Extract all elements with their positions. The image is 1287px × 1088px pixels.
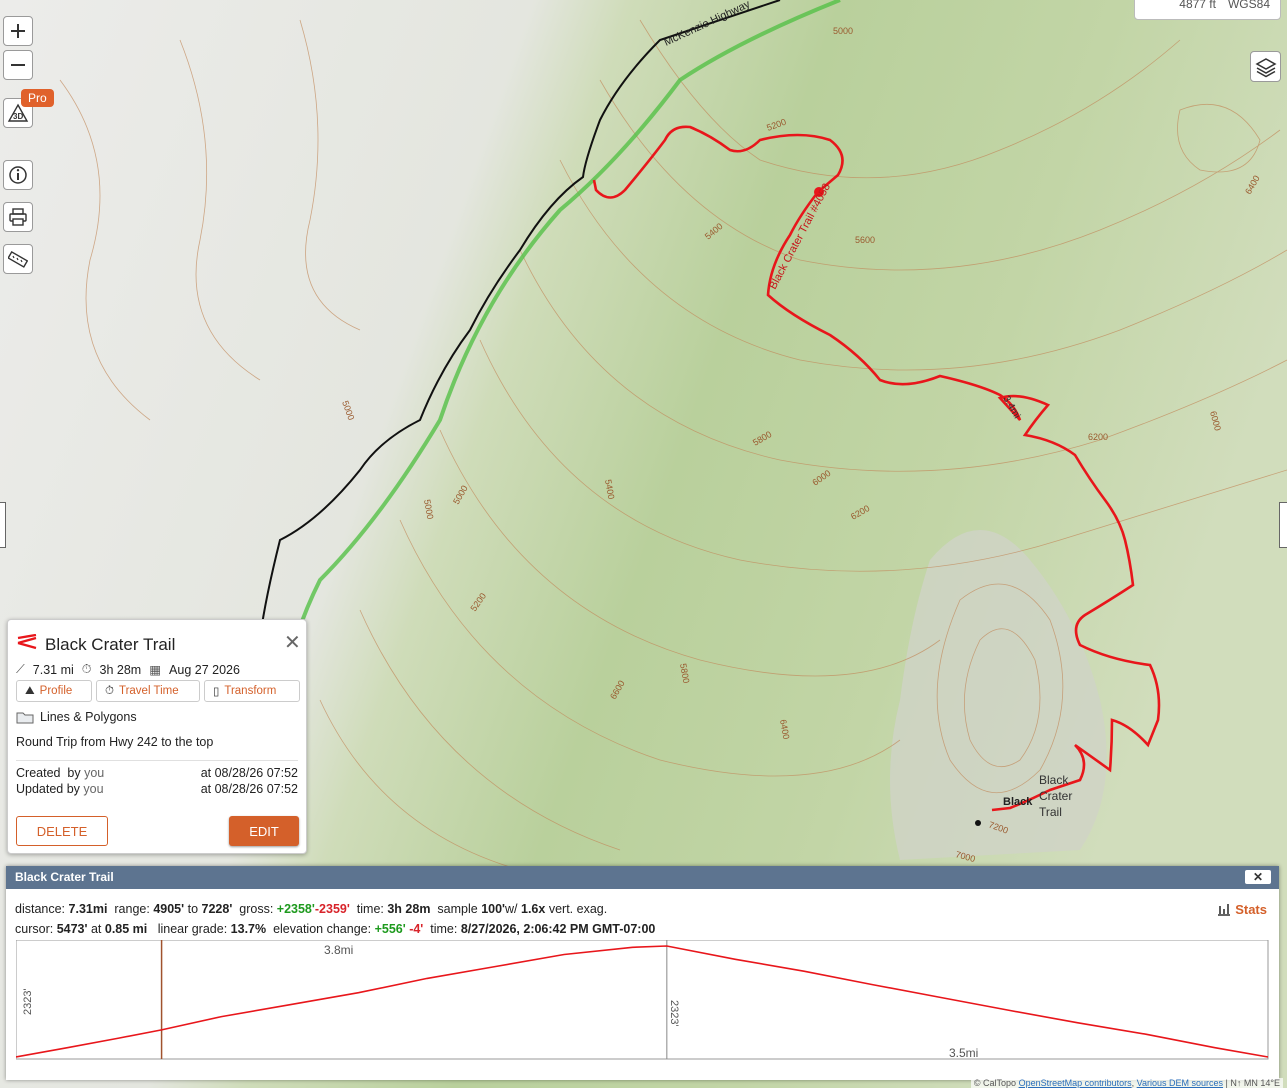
- line-detail-panel: Black Crater Trail ✕ ⟋ 7.31 mi ⏱ 3h 28m …: [7, 619, 307, 854]
- zoom-in-button[interactable]: [3, 16, 33, 46]
- print-button[interactable]: [3, 202, 33, 232]
- created-by: you: [84, 766, 105, 780]
- summit-marker: [975, 820, 981, 826]
- elevation-chart[interactable]: 2323' 2323' 3.8mi 3.5mi: [16, 940, 1269, 1060]
- zoom-in-icon: [11, 24, 25, 38]
- attribution-prefix: © CalTopo: [973, 1078, 1017, 1088]
- profile-cursor-info: cursor: 5473' at 0.85 mi linear grade: 1…: [15, 922, 656, 936]
- folder-name: Lines & Polygons: [40, 710, 137, 724]
- panel-duration: 3h 28m: [99, 662, 142, 677]
- dem-link[interactable]: Various DEM sources: [1137, 1078, 1223, 1088]
- svg-text:3D: 3D: [13, 112, 23, 121]
- panel-distance: 7.31 mi: [32, 662, 74, 677]
- stats-label: Stats: [1235, 902, 1267, 917]
- print-icon: [9, 208, 27, 226]
- ruler-icon: [8, 250, 28, 268]
- coordinate-readout: 4877 ft WGS84: [1134, 0, 1281, 20]
- contour-label: 5600: [855, 235, 875, 245]
- info-icon: [9, 166, 27, 184]
- profile-close-button[interactable]: ✕: [1245, 870, 1271, 884]
- profile-button[interactable]: ⛰ Profile: [16, 680, 92, 702]
- edit-button[interactable]: EDIT: [229, 816, 299, 846]
- profile-summary: distance: 7.31mi range: 4905' to 7228' g…: [15, 902, 608, 916]
- divider: [16, 760, 298, 761]
- travel-time-button[interactable]: ⏱ Travel Time: [96, 680, 200, 702]
- map-attribution: © CalTopo OpenStreetMap contributors, Va…: [970, 1078, 1283, 1088]
- contour-label: 5000: [833, 26, 853, 36]
- transform-label: Transform: [224, 685, 277, 697]
- updated-at: at 08/28/26 07:52: [200, 782, 298, 796]
- first-half-label: 3.8mi: [324, 943, 353, 957]
- zoom-out-button[interactable]: [3, 50, 33, 80]
- svg-text:Crater: Crater: [1039, 789, 1072, 803]
- measure-button[interactable]: [3, 244, 33, 274]
- datum-readout: WGS84: [1227, 0, 1270, 11]
- panel-actions: ⛰ Profile ⏱ Travel Time ▯ Transform: [16, 680, 300, 702]
- close-icon[interactable]: ✕: [284, 633, 301, 653]
- info-button[interactable]: [3, 160, 33, 190]
- stopwatch-icon: ⏱: [105, 684, 114, 697]
- updated-row: Updated by you at 08/28/26 07:52: [16, 782, 298, 796]
- elevation-readout: 4877 ft: [1179, 0, 1216, 11]
- layers-icon: [1254, 57, 1277, 77]
- chart-frame: [16, 940, 1269, 1060]
- panel-meta: ⟋ 7.31 mi ⏱ 3h 28m ▦ Aug 27 2026: [16, 662, 240, 677]
- pro-badge: Pro: [21, 89, 54, 107]
- contour-label: 6200: [1088, 432, 1108, 442]
- svg-text:Trail: Trail: [1039, 805, 1062, 819]
- elevation-profile-panel: Black Crater Trail ✕ distance: 7.31mi ra…: [6, 866, 1279, 1080]
- layers-button[interactable]: [1250, 51, 1281, 82]
- profile-title: Black Crater Trail: [15, 870, 114, 884]
- left-axis-label: 2323': [22, 988, 34, 1015]
- stats-button[interactable]: Stats: [1217, 902, 1267, 917]
- timer-icon: ⏱: [81, 662, 92, 676]
- created-row: Created by you at 08/28/26 07:52: [16, 766, 298, 780]
- zoom-out-icon: [11, 64, 25, 66]
- profile-header: Black Crater Trail ✕: [6, 866, 1279, 889]
- folder-row[interactable]: Lines & Polygons: [16, 710, 137, 724]
- summit-label: Black: [1003, 796, 1033, 808]
- second-half-label: 3.5mi: [949, 1046, 978, 1060]
- travel-time-label: Travel Time: [118, 685, 179, 697]
- bar-chart-icon: [1218, 904, 1231, 916]
- attribution-suffix: | N↑ MN 14°E: [1225, 1078, 1280, 1088]
- left-panel-toggle[interactable]: [0, 502, 6, 548]
- calendar-icon: ▦: [149, 663, 162, 677]
- delete-button[interactable]: DELETE: [16, 816, 108, 846]
- created-label: Created by: [16, 766, 81, 780]
- transform-icon: ▯: [213, 686, 220, 698]
- profile-label: Profile: [39, 685, 73, 697]
- updated-label: Updated by: [16, 782, 80, 796]
- distance-icon: ⟋: [16, 662, 25, 676]
- right-panel-toggle[interactable]: [1279, 502, 1287, 548]
- panel-description: Round Trip from Hwy 242 to the top: [16, 735, 214, 749]
- osm-link[interactable]: OpenStreetMap contributors: [1019, 1078, 1132, 1088]
- updated-by: you: [83, 782, 104, 796]
- panel-date: Aug 27 2026: [169, 662, 240, 677]
- folder-icon: [16, 712, 34, 724]
- svg-text:Black: Black: [1039, 773, 1069, 787]
- transform-button[interactable]: ▯ Transform: [204, 680, 300, 702]
- mid-axis-label: 2323': [668, 1000, 680, 1027]
- panel-title: Black Crater Trail: [45, 635, 176, 654]
- created-at: at 08/28/26 07:52: [200, 766, 298, 780]
- line-type-icon: [17, 634, 37, 650]
- mountain-icon: ⛰: [25, 684, 35, 697]
